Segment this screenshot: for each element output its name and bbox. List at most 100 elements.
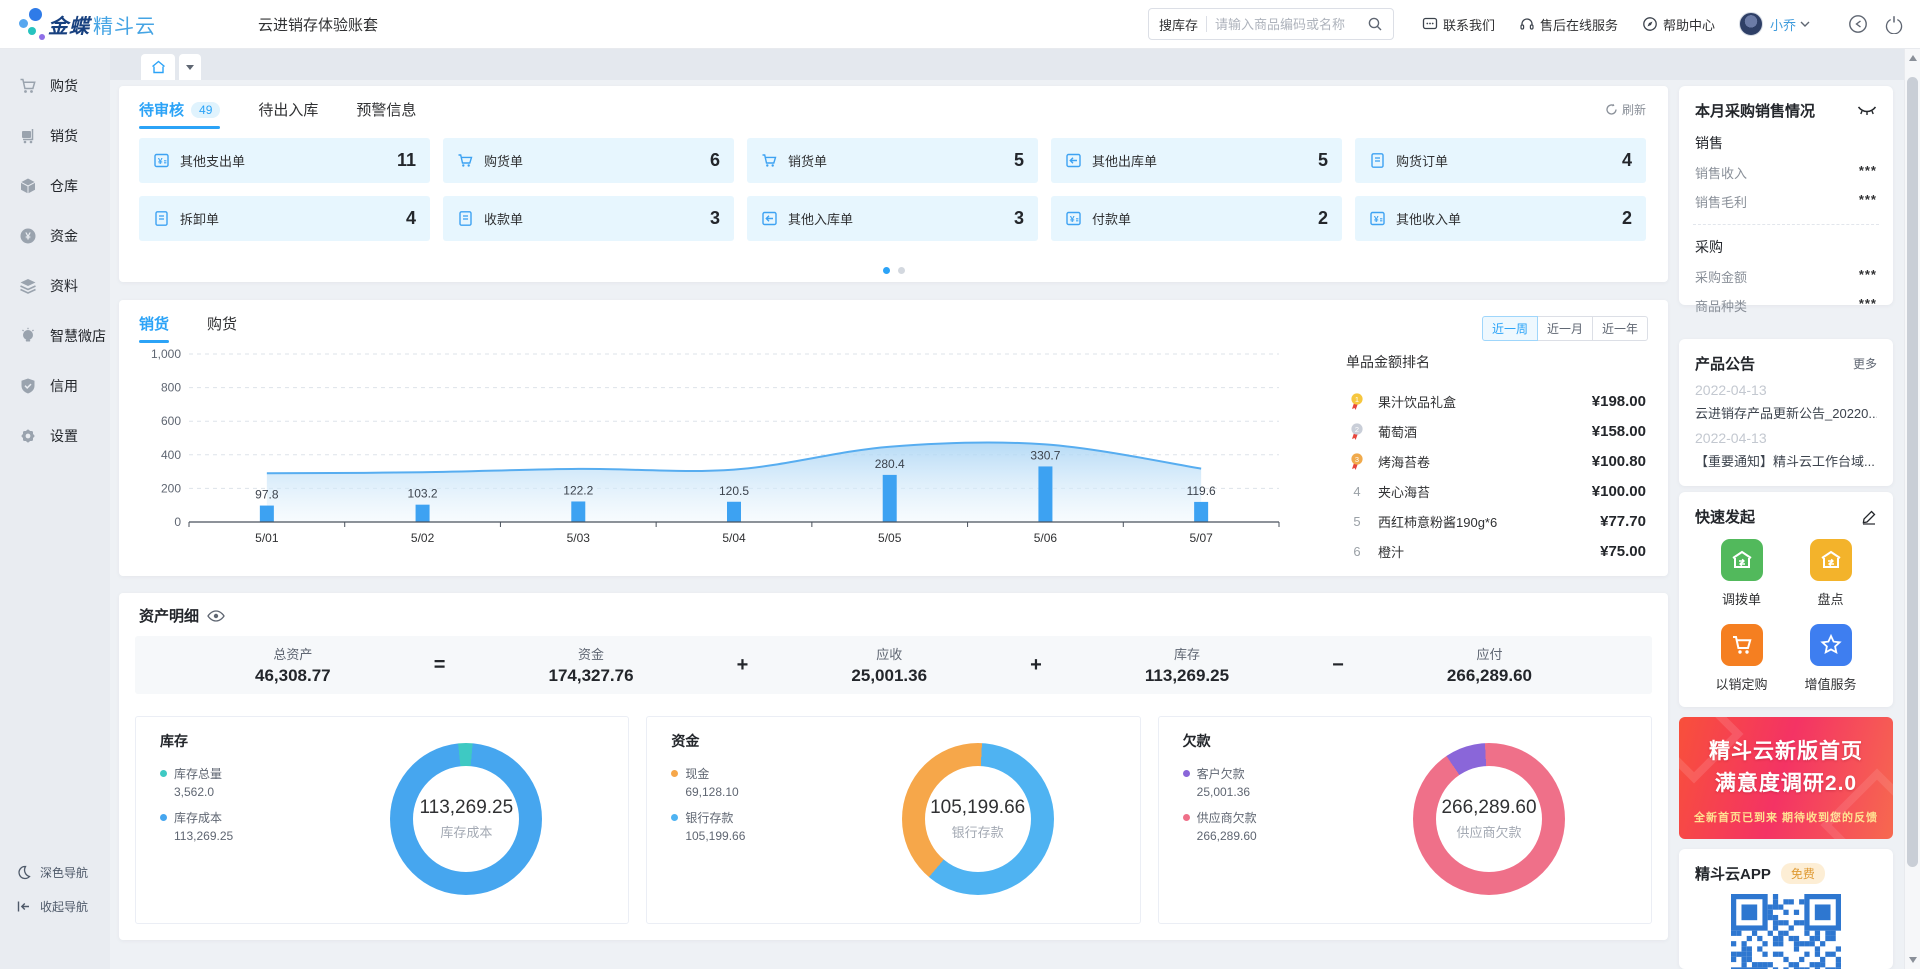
todo-card-purchase-request[interactable]: 购货订单4 xyxy=(1355,138,1646,183)
ranking-row[interactable]: 6 橙汁¥75.00 xyxy=(1346,536,1646,566)
svg-text:330.7: 330.7 xyxy=(1030,448,1060,462)
svg-text:122.2: 122.2 xyxy=(563,483,593,497)
pencil-icon[interactable] xyxy=(1861,509,1877,525)
svg-text:5/04: 5/04 xyxy=(722,531,746,545)
announcement-item[interactable]: 2022-04-13 【重要通知】精斗云工作台域... xyxy=(1679,422,1893,470)
box-in-icon xyxy=(761,210,778,227)
sidebar-item-sales[interactable]: 销货 xyxy=(0,111,110,161)
sidebar-item-purchase[interactable]: 购货 xyxy=(0,61,110,111)
scroll-up-arrow[interactable] xyxy=(1909,55,1917,61)
inventory-donut-chart[interactable]: 113,269.25库存成本 xyxy=(390,743,542,895)
todo-card-other-inbound[interactable]: 其他入库单3 xyxy=(747,196,1038,241)
yuan-in-icon xyxy=(1369,210,1386,227)
svg-text:120.5: 120.5 xyxy=(719,484,749,498)
sidebar-item-smart-store[interactable]: 智慧微店 xyxy=(0,311,110,361)
moon-icon xyxy=(16,865,31,880)
quick-action-value-added[interactable]: 增值服务 xyxy=(1786,624,1875,693)
after-sales-service-link[interactable]: 售后在线服务 xyxy=(1519,15,1618,34)
sales-income-row: 销售收入*** xyxy=(1679,153,1893,182)
ranking-row[interactable]: 1 果汁饮品礼盒¥198.00 xyxy=(1346,386,1646,416)
left-nav: 购货 销货 仓库 ¥ 资金 资料 智慧微店 信用 设置 xyxy=(0,49,110,969)
range-month[interactable]: 近一月 xyxy=(1537,316,1593,341)
todo-card-other-income[interactable]: 其他收入单2 xyxy=(1355,196,1646,241)
brand-logo[interactable]: 金蝶 精斗云 xyxy=(18,7,188,41)
free-badge: 免费 xyxy=(1781,863,1825,884)
plus-sign: + xyxy=(737,654,749,677)
contact-us-link[interactable]: 联系我们 xyxy=(1422,15,1495,34)
tab-purchase[interactable]: 购货 xyxy=(207,313,237,343)
svg-text:0: 0 xyxy=(174,515,181,529)
svg-text:2: 2 xyxy=(1355,424,1359,433)
carousel-dot-2[interactable] xyxy=(898,267,905,274)
quick-action-stocktake[interactable]: 盘点 xyxy=(1786,539,1875,608)
collapse-nav-toggle[interactable]: 收起导航 xyxy=(0,898,110,915)
todo-card-payment[interactable]: 付款单2 xyxy=(1051,196,1342,241)
sidebar-item-credit[interactable]: 信用 xyxy=(0,361,110,411)
svg-text:5/06: 5/06 xyxy=(1034,531,1058,545)
todo-card-other-expense[interactable]: 其他支出单11 xyxy=(139,138,430,183)
sales-profit-row: 销售毛利*** xyxy=(1679,182,1893,211)
carousel-dot-1[interactable] xyxy=(883,267,890,274)
todo-panel: 待审核49 待出入库 预警信息 刷新 其他支出单11 购货单6 销货单5 其他出… xyxy=(119,86,1668,282)
svg-text:1,000: 1,000 xyxy=(151,347,181,361)
survey-banner[interactable]: 精斗云新版首页 满意度调研2.0 全新首页已到来 期待收到您的反馈 xyxy=(1679,717,1893,839)
more-link[interactable]: 更多 xyxy=(1853,355,1877,372)
todo-card-purchase-order[interactable]: 购货单6 xyxy=(443,138,734,183)
eye-icon[interactable] xyxy=(207,609,225,623)
closed-eye-icon[interactable] xyxy=(1857,105,1877,117)
svg-text:5/01: 5/01 xyxy=(255,531,279,545)
home-tab[interactable] xyxy=(141,54,175,80)
ranking-row[interactable]: 3 烤海苔卷¥100.80 xyxy=(1346,446,1646,476)
plus-sign: + xyxy=(1030,654,1042,677)
yuan-out-icon xyxy=(153,152,170,169)
refresh-button[interactable]: 刷新 xyxy=(1605,101,1646,118)
sidebar-item-settings[interactable]: 设置 xyxy=(0,411,110,461)
ranking-row[interactable]: 5 西红柿意粉酱190g*6¥77.70 xyxy=(1346,506,1646,536)
funds-donut-chart[interactable]: 105,199.66银行存款 xyxy=(902,743,1054,895)
todo-card-disassembly[interactable]: 拆卸单4 xyxy=(139,196,430,241)
search-scope-label[interactable]: 搜库存 xyxy=(1159,15,1198,34)
tab-pending-inout[interactable]: 待出入库 xyxy=(258,99,318,129)
sidebar-item-data[interactable]: 资料 xyxy=(0,261,110,311)
todo-card-receipt[interactable]: 收款单3 xyxy=(443,196,734,241)
range-year[interactable]: 近一年 xyxy=(1592,316,1648,341)
inventory-search[interactable]: 搜库存 xyxy=(1148,8,1394,40)
page-scrollbar[interactable] xyxy=(1904,49,1920,969)
funds-donut-panel: 资金 现金69,128.10 银行存款105,199.66 105,199.66… xyxy=(646,716,1140,924)
avatar[interactable] xyxy=(1739,12,1763,36)
todo-card-other-outbound[interactable]: 其他出库单5 xyxy=(1051,138,1342,183)
svg-text:200: 200 xyxy=(161,481,181,495)
eq-total-assets: 总资产46,308.77 xyxy=(255,644,331,686)
dark-nav-toggle[interactable]: 深色导航 xyxy=(0,864,110,881)
message-icon xyxy=(1422,16,1438,32)
quick-action-transfer[interactable]: 调拨单 xyxy=(1697,539,1786,608)
quick-action-purchase-by-sales[interactable]: 以销定购 xyxy=(1697,624,1786,693)
ranking-row[interactable]: 2 葡萄酒¥158.00 xyxy=(1346,416,1646,446)
tab-pending-approval[interactable]: 待审核49 xyxy=(139,99,220,129)
tab-list-dropdown[interactable] xyxy=(179,54,201,80)
range-week[interactable]: 近一周 xyxy=(1482,316,1538,341)
account-title: 云进销存体验账套 xyxy=(258,14,378,35)
back-button[interactable] xyxy=(1848,14,1868,34)
logout-button[interactable] xyxy=(1884,14,1904,34)
sidebar-item-funds[interactable]: ¥ 资金 xyxy=(0,211,110,261)
app-qr-code xyxy=(1679,894,1893,969)
tab-alerts[interactable]: 预警信息 xyxy=(356,99,416,129)
search-input[interactable] xyxy=(1215,17,1367,32)
user-menu[interactable]: 小乔 xyxy=(1739,12,1810,36)
silver-medal-icon: 2 xyxy=(1346,422,1368,441)
scroll-down-arrow[interactable] xyxy=(1909,957,1917,963)
announcement-item[interactable]: 2022-04-13 云进销存产品更新公告_20220... xyxy=(1679,374,1893,422)
svg-text:400: 400 xyxy=(161,448,181,462)
todo-tabs: 待审核49 待出入库 预警信息 刷新 xyxy=(119,86,1668,129)
sidebar-item-warehouse[interactable]: 仓库 xyxy=(0,161,110,211)
trend-chart[interactable]: 02004006008001,00097.8103.2122.2120.5280… xyxy=(137,344,1317,565)
product-ranking: 单品金额排名 1 果汁饮品礼盒¥198.00 2 葡萄酒¥158.00 3 烤海… xyxy=(1346,352,1646,566)
todo-card-sales-order[interactable]: 销货单5 xyxy=(747,138,1038,183)
help-center-link[interactable]: 帮助中心 xyxy=(1642,15,1715,34)
scroll-thumb[interactable] xyxy=(1907,77,1918,867)
debt-donut-chart[interactable]: 266,289.60供应商欠款 xyxy=(1413,743,1565,895)
tab-sales[interactable]: 销货 xyxy=(139,313,169,343)
ranking-row[interactable]: 4 夹心海苔¥100.00 xyxy=(1346,476,1646,506)
search-icon[interactable] xyxy=(1367,16,1383,32)
